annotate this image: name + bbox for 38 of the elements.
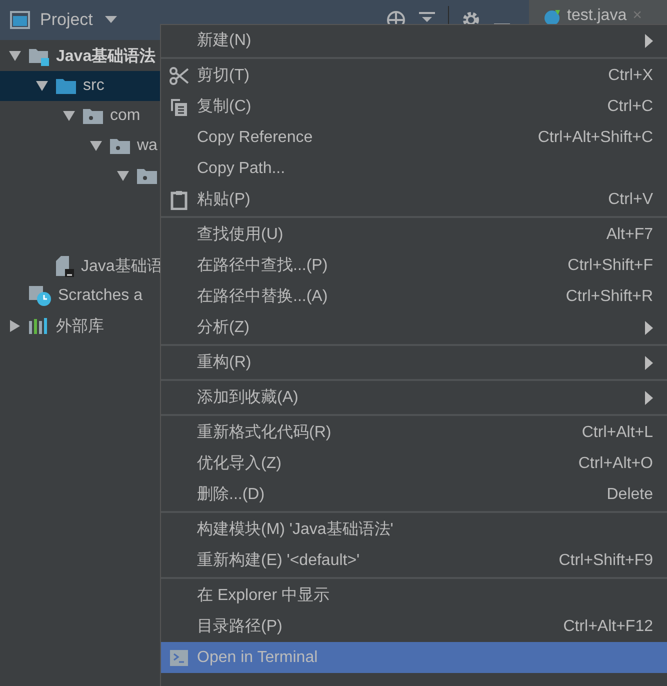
menu-item-label: 在路径中查找...(P) xyxy=(197,256,329,276)
menu-item-label: 添加到收藏(A) xyxy=(197,388,300,408)
menu-item-label: 构建模块(M) 'Java基础语法' xyxy=(197,520,394,540)
menu-item-label: 重新格式化代码(R) xyxy=(197,422,332,443)
shortcut-label: Ctrl+Alt+Shift+C xyxy=(538,128,653,146)
menu-item-label: 剪切(T) xyxy=(197,66,250,86)
menu-item-label: 新建(N) xyxy=(197,30,252,51)
shortcut-label: Ctrl+X xyxy=(608,66,653,84)
tree-item-label: com xyxy=(110,107,140,125)
shortcut-label: Delete xyxy=(606,486,653,504)
menu-item-label: 在路径中替换...(A) xyxy=(197,286,329,307)
shortcut-label: Ctrl+Alt+L xyxy=(582,424,653,442)
menu-item-label: Copy Path... xyxy=(197,160,286,178)
shortcut-label: Ctrl+Shift+F xyxy=(568,256,653,274)
shortcut-label: Ctrl+V xyxy=(608,190,653,208)
shortcut-label: Ctrl+C xyxy=(607,98,653,116)
shortcut-label: Ctrl+Shift+R xyxy=(566,288,653,306)
menu-item-label: 复制(C) xyxy=(197,96,252,117)
menu-item-label: 在 Explorer 中显示 xyxy=(197,586,330,606)
menu-item-label: Copy Reference xyxy=(197,128,314,146)
menu-item-label: Open in Terminal xyxy=(197,648,319,666)
shortcut-label: Ctrl+Alt+O xyxy=(578,454,653,472)
tree-item-label: Java基础语法 xyxy=(56,46,156,66)
menu-item-label: 粘贴(P) xyxy=(197,190,252,210)
tree-item-label: wa xyxy=(137,137,158,155)
menu-item-label: 重构(R) xyxy=(197,352,252,373)
tree-item-label: src xyxy=(83,77,104,95)
menu-item-label: 分析(Z) xyxy=(197,318,250,338)
shortcut-label: Ctrl+Alt+F12 xyxy=(563,618,653,636)
tree-item-label: 外部库 xyxy=(56,316,104,336)
menu-item-label: 查找使用(U) xyxy=(197,224,284,245)
shortcut-label: Ctrl+Shift+F9 xyxy=(558,552,653,570)
menu-item-label: 删除...(D) xyxy=(197,485,266,505)
tree-item-label: Scratches a xyxy=(58,287,142,305)
menu-item-label: 重新构建(E) '<default>' xyxy=(197,550,361,571)
shortcut-label: Alt+F7 xyxy=(606,226,653,244)
menu-item-label: 优化导入(Z) xyxy=(197,454,282,474)
menu-item-label: 目录路径(P) xyxy=(197,617,284,637)
